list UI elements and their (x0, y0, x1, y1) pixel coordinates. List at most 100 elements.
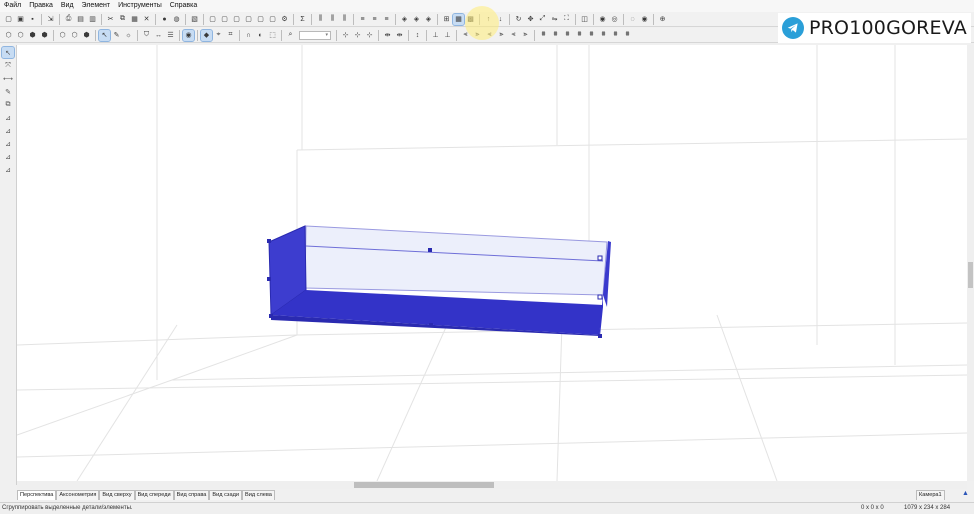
select-mode-icon[interactable]: ↖ (98, 28, 111, 42)
materials-icon[interactable]: ● (159, 14, 170, 25)
contour-icon[interactable]: ◫ (579, 14, 590, 25)
shape-icon-6[interactable]: ⬡ (69, 30, 80, 41)
shape-icon-3[interactable]: ⬢ (27, 30, 38, 41)
tab-perspective[interactable]: Перспектива (17, 490, 57, 500)
view-eye-icon[interactable]: ◉ (182, 28, 195, 42)
stack-icon-8[interactable]: ⩩ (622, 30, 633, 41)
measure-icon-1[interactable]: ⇹ (382, 30, 393, 41)
vertical-measure-icon[interactable]: ↕ (412, 30, 423, 41)
menu-edit[interactable]: Правка (25, 0, 57, 12)
render-icon[interactable]: ▧ (189, 14, 200, 25)
menu-view[interactable]: Вид (57, 0, 78, 12)
edit-tool-icon-4[interactable]: ⊿ (2, 151, 14, 162)
edit-tool-icon-2[interactable]: ⊿ (2, 125, 14, 136)
tab-front-view[interactable]: Вид спереди (134, 490, 174, 500)
light-icon[interactable]: ☼ (123, 30, 134, 41)
menu-help[interactable]: Справка (166, 0, 201, 12)
copy-tool-icon[interactable]: ⧉ (2, 99, 14, 110)
move-icon[interactable]: ✥ (525, 14, 536, 25)
arrange-icon-5[interactable]: ⫷ (508, 30, 519, 41)
export-icon[interactable]: ⇲ (45, 14, 56, 25)
page-setup-icon[interactable]: ▥ (87, 14, 98, 25)
view-icon-2[interactable]: ▢ (219, 14, 230, 25)
grid-icon[interactable]: ⊞ (441, 14, 452, 25)
copy-icon[interactable]: ⧉ (117, 14, 128, 25)
view-icon-5[interactable]: ▢ (255, 14, 266, 25)
zoom-icon[interactable]: ⌕ (285, 30, 296, 41)
dimension-tool-icon[interactable]: ⟷ (2, 73, 14, 84)
show-icon[interactable]: ◎ (609, 14, 620, 25)
delete-icon[interactable]: ✕ (141, 14, 152, 25)
align-icon-3[interactable]: ⫼ (339, 14, 350, 25)
camera-tab[interactable]: Камера1 (916, 490, 945, 500)
shape-icon-7[interactable]: ⬢ (81, 30, 92, 41)
stack-icon-4[interactable]: ⩩ (574, 30, 585, 41)
3d-viewport[interactable] (17, 45, 967, 481)
paste-icon[interactable]: ▦ (129, 14, 140, 25)
preview-icon[interactable]: ▤ (75, 14, 86, 25)
arrange-icon-4[interactable]: ⫸ (496, 30, 507, 41)
magnet-icon[interactable]: ∩ (243, 30, 254, 41)
order-icon-1[interactable]: ◈ (399, 14, 410, 25)
print-icon[interactable]: ⎙ (63, 14, 74, 25)
stack-icon-5[interactable]: ⩩ (586, 30, 597, 41)
view-icon-1[interactable]: ▢ (207, 14, 218, 25)
rotate-icon[interactable]: ↻ (513, 14, 524, 25)
vertical-scroll-thumb[interactable] (968, 262, 973, 288)
tab-top-view[interactable]: Вид сверху (99, 490, 135, 500)
shape-icon-4[interactable]: ⬢ (39, 30, 50, 41)
snap-edge-icon[interactable]: ⌗ (225, 30, 236, 41)
view-icon-3[interactable]: ▢ (231, 14, 242, 25)
snap-point-icon[interactable]: ⌖ (213, 30, 224, 41)
face-icon[interactable]: ◐ (255, 30, 266, 41)
cut-icon[interactable]: ✂ (105, 14, 116, 25)
dimension-icon[interactable]: ↔ (153, 30, 164, 41)
sum-icon[interactable]: Σ (297, 14, 308, 25)
measure-icon-2[interactable]: ⇹ (394, 30, 405, 41)
ruler-icon-3[interactable]: ⊹ (364, 30, 375, 41)
distribute-icon-3[interactable]: ≡ (381, 14, 392, 25)
fit-icon[interactable]: ⛶ (561, 14, 572, 25)
tab-back-view[interactable]: Вид сзади (209, 490, 242, 500)
edit-tool-icon-5[interactable]: ⊿ (2, 164, 14, 175)
snap-icon[interactable]: ◆ (200, 28, 213, 42)
group-icon[interactable]: ▦ (452, 12, 465, 26)
edit-tool-icon-3[interactable]: ⊿ (2, 138, 14, 149)
view-icon-4[interactable]: ▢ (243, 14, 254, 25)
stack-icon-3[interactable]: ⩩ (562, 30, 573, 41)
pointer-tool-icon[interactable]: ↖ (1, 46, 15, 59)
align-icon-2[interactable]: ⫼ (327, 14, 338, 25)
save-icon[interactable]: ▪ (27, 14, 38, 25)
order-icon-2[interactable]: ◈ (411, 14, 422, 25)
level-icon-1[interactable]: ⊥ (430, 30, 441, 41)
edit-tool-icon-1[interactable]: ⊿ (2, 112, 14, 123)
stack-icon-7[interactable]: ⩩ (610, 30, 621, 41)
settings-icon[interactable]: ⚙ (279, 14, 290, 25)
align-icon-1[interactable]: ⫼ (315, 14, 326, 25)
tab-left-view[interactable]: Вид слева (241, 490, 275, 500)
stack-icon-2[interactable]: ⩩ (550, 30, 561, 41)
horizontal-scroll-thumb[interactable] (354, 482, 494, 488)
wire-icon[interactable]: ⬚ (267, 30, 278, 41)
tab-right-view[interactable]: Вид справа (173, 490, 210, 500)
distribute-icon-2[interactable]: ≡ (369, 14, 380, 25)
pick-tool-icon[interactable]: ✎ (2, 86, 14, 97)
shape-icon-5[interactable]: ⬡ (57, 30, 68, 41)
stack-icon-6[interactable]: ⩩ (598, 30, 609, 41)
shape-icon-2[interactable]: ⬡ (15, 30, 26, 41)
edge-icon[interactable]: ⛉ (141, 30, 152, 41)
level-icon-2[interactable]: ⊥ (442, 30, 453, 41)
eye-visible-icon[interactable]: ◉ (639, 14, 650, 25)
menu-file[interactable]: Файл (0, 0, 25, 12)
scale-icon[interactable]: ⤢ (537, 14, 548, 25)
ruler-icon-1[interactable]: ⊹ (340, 30, 351, 41)
target-icon[interactable]: ⊕ (657, 14, 668, 25)
vertical-scrollbar[interactable] (967, 45, 974, 481)
camera-caret-icon[interactable]: ▲ (962, 490, 969, 497)
cabinet-box[interactable] (267, 225, 611, 338)
menu-tools[interactable]: Инструменты (114, 0, 166, 12)
new-file-icon[interactable]: ▢ (3, 14, 14, 25)
open-file-icon[interactable]: ▣ (15, 14, 26, 25)
eye-icon[interactable]: ◌ (627, 14, 638, 25)
material-pick-icon[interactable]: ✎ (111, 30, 122, 41)
